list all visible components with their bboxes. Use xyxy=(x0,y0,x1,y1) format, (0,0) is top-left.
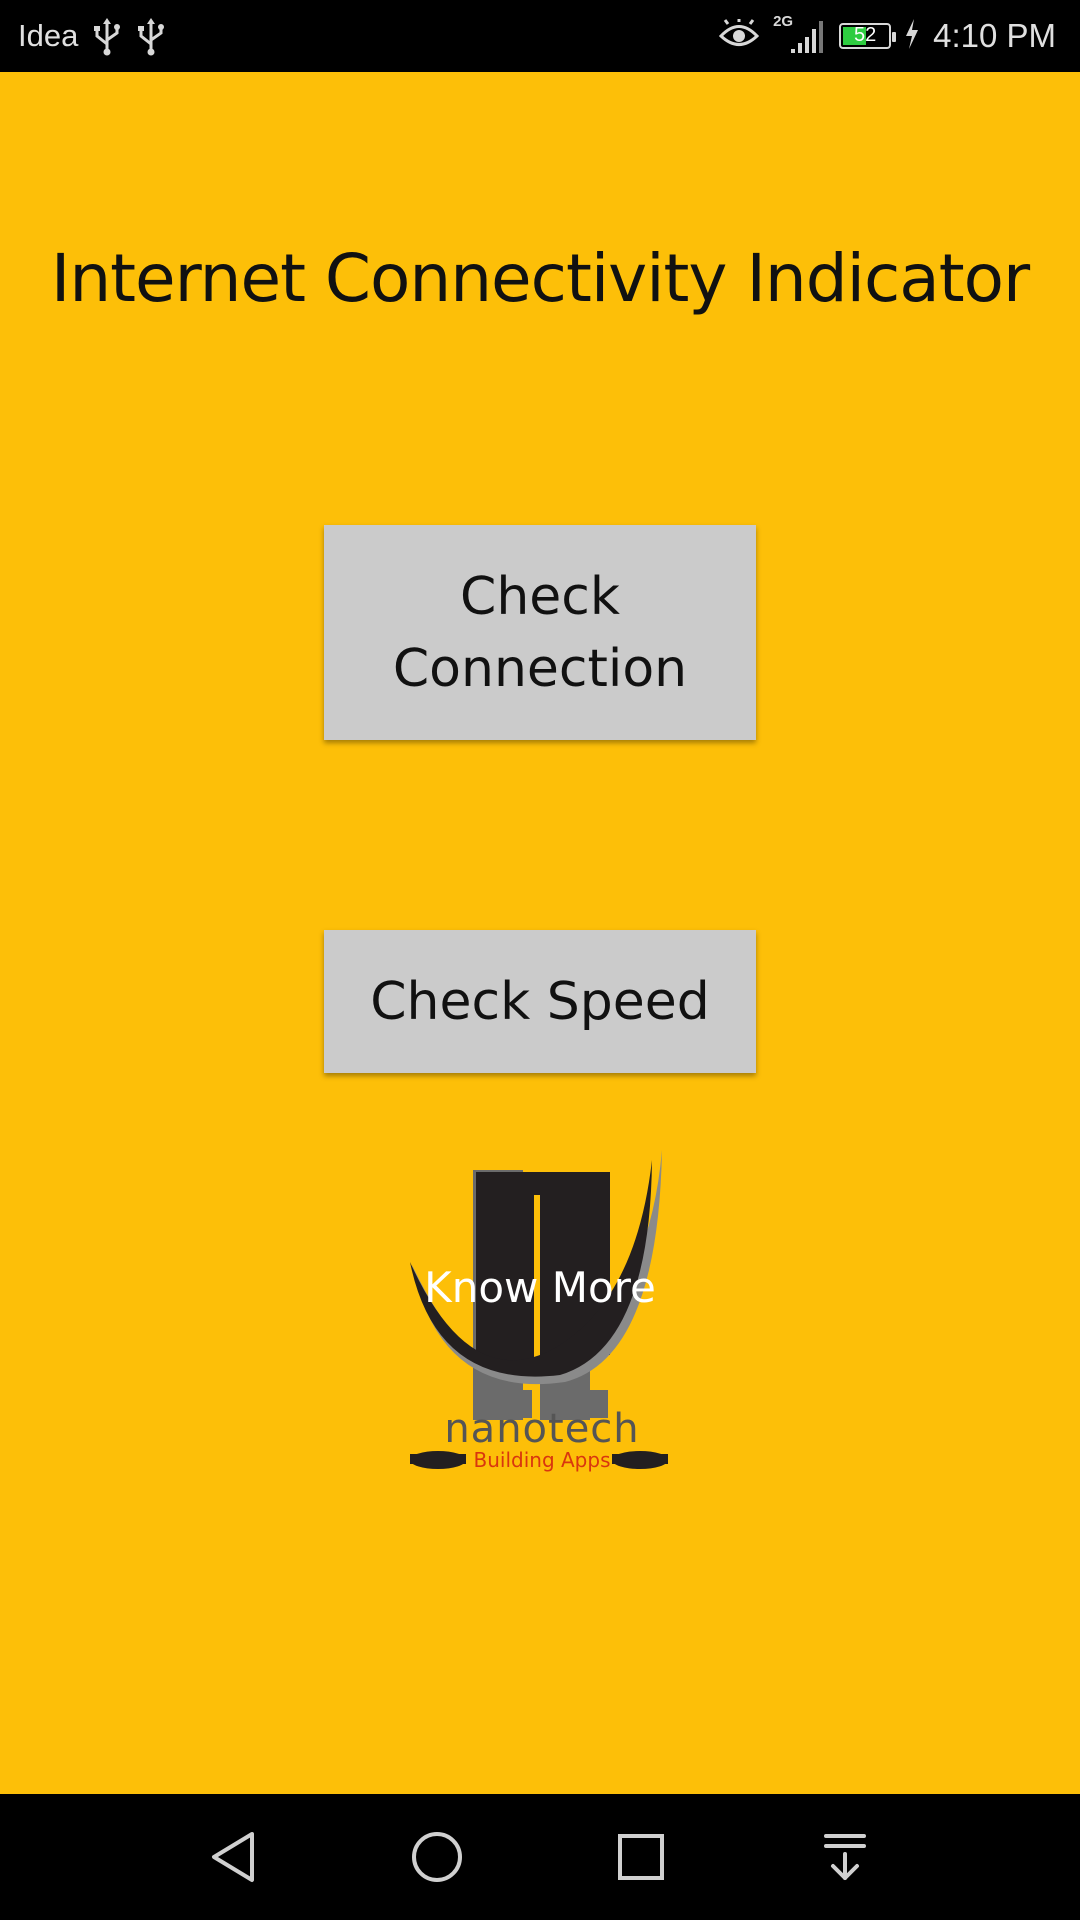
charging-icon xyxy=(905,19,919,53)
check-speed-button[interactable]: Check Speed xyxy=(324,930,756,1073)
back-button[interactable] xyxy=(200,1824,266,1890)
know-more-logo-button[interactable]: Know More nanotech Building Apps xyxy=(400,1150,680,1480)
battery-icon: 52 xyxy=(839,23,897,49)
notification-pull-button[interactable] xyxy=(812,1824,878,1890)
carrier-name: Idea xyxy=(18,18,79,53)
status-right: 2G 52 4:10 PM xyxy=(718,0,1056,72)
recents-icon xyxy=(618,1834,664,1880)
brand-tagline: Building Apps xyxy=(473,1448,611,1472)
home-icon xyxy=(412,1832,462,1882)
navigation-bar xyxy=(0,1794,1080,1920)
know-more-label: Know More xyxy=(424,1263,656,1312)
status-bar: Idea 2G 52 4:10 PM xyxy=(0,0,1080,72)
usb-icon xyxy=(92,16,122,56)
brand-name: nanotech xyxy=(444,1406,640,1452)
battery-level: 52 xyxy=(853,24,877,46)
status-left: Idea xyxy=(18,0,166,72)
usb-icon xyxy=(136,16,166,56)
eye-icon xyxy=(718,19,760,53)
signal-icon: 2G xyxy=(773,13,825,57)
page-title: Internet Connectivity Indicator xyxy=(50,240,1030,317)
clock: 4:10 PM xyxy=(933,17,1056,54)
recents-button[interactable] xyxy=(608,1824,674,1890)
back-icon xyxy=(212,1832,254,1882)
notification-pull-icon xyxy=(824,1834,866,1880)
check-connection-button[interactable]: Check Connection xyxy=(324,525,756,740)
home-button[interactable] xyxy=(404,1824,470,1890)
